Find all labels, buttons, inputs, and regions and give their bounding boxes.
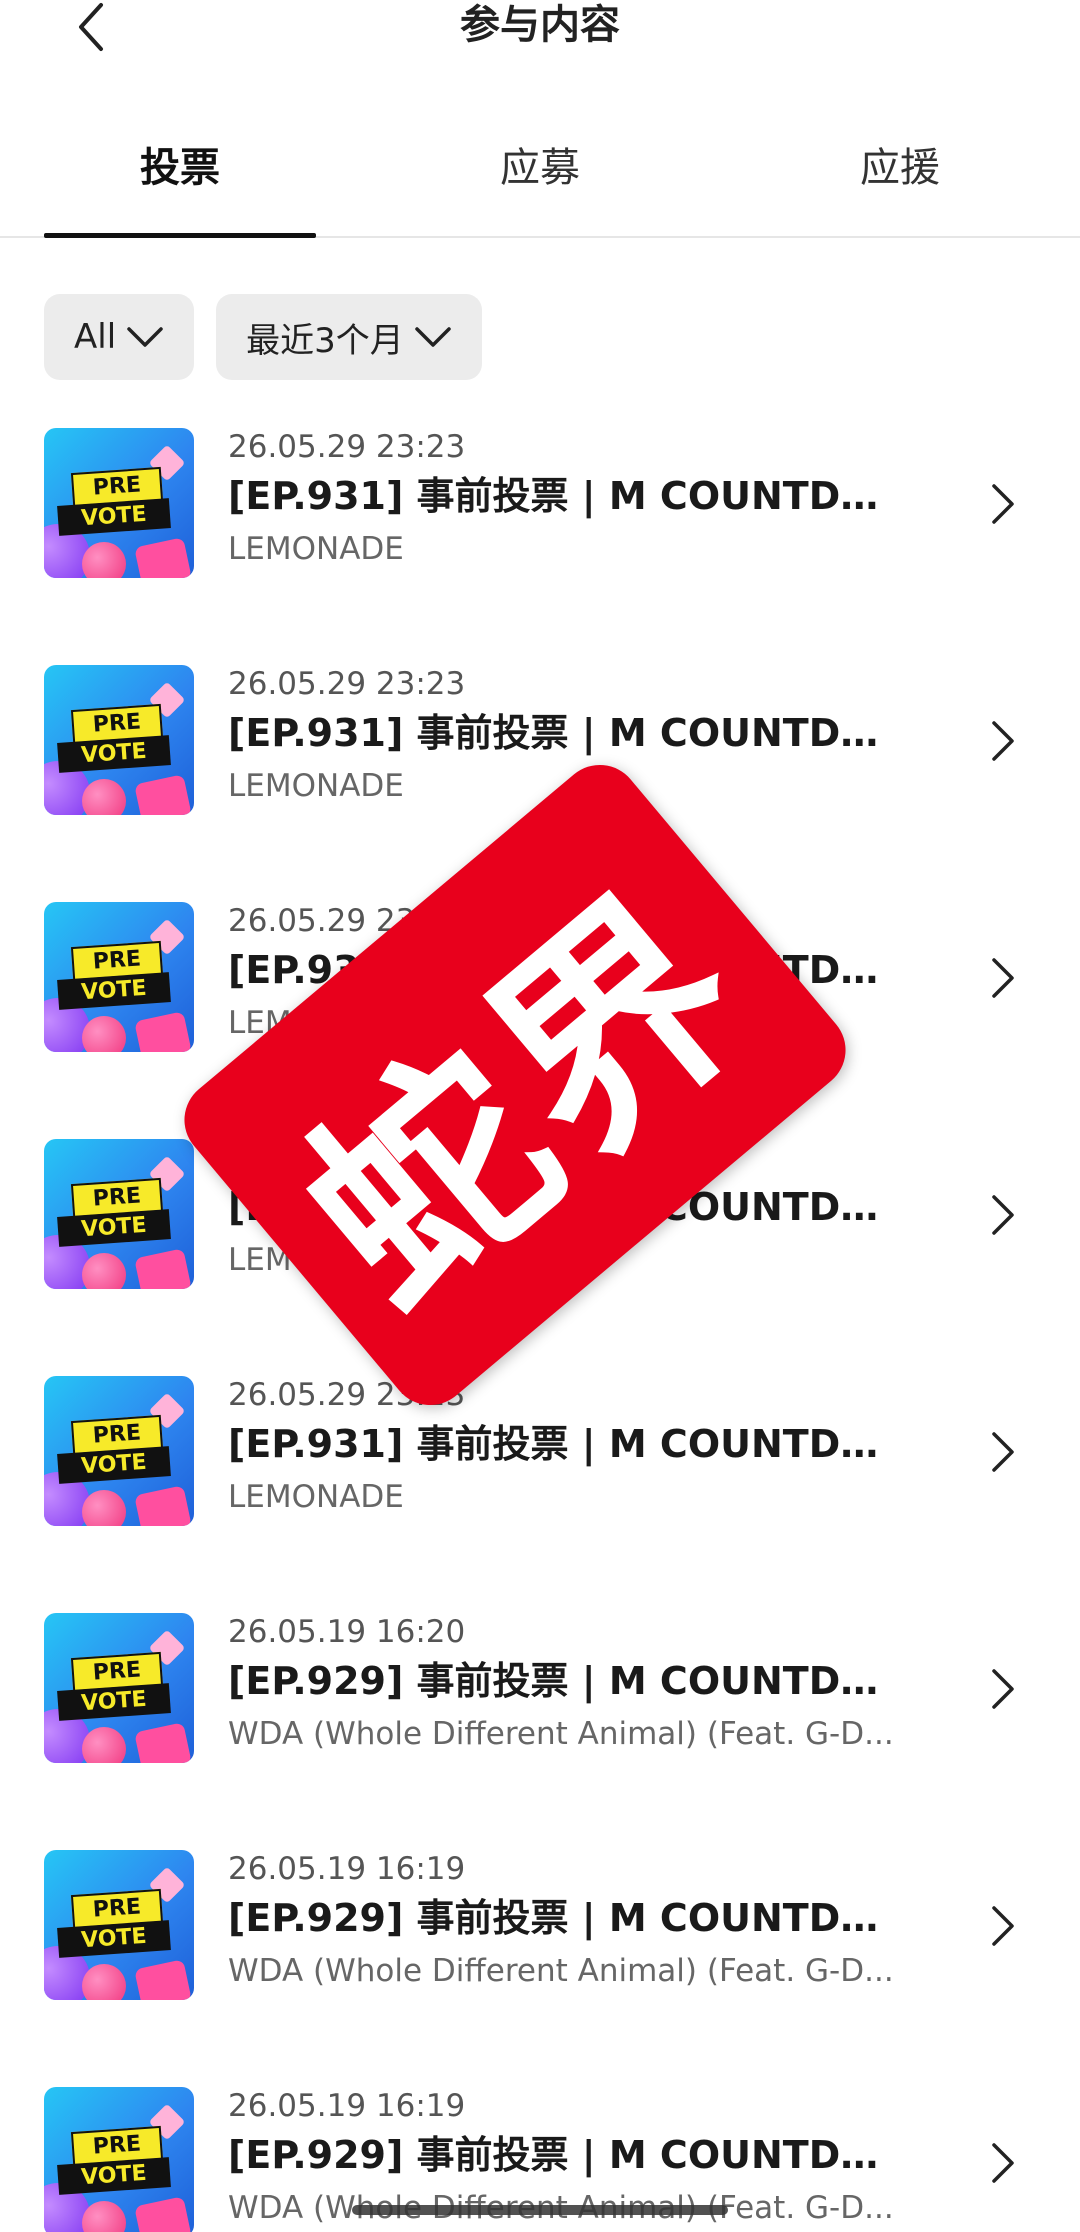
chevron-right-icon bbox=[992, 484, 1014, 524]
home-indicator bbox=[352, 2205, 728, 2215]
item-title: [EP.929] 事前投票 | M COUNTDO... bbox=[228, 1659, 908, 1703]
filter-bar: All 最近3个月 bbox=[44, 294, 482, 380]
tab-vote[interactable]: 投票 bbox=[44, 138, 316, 198]
chevron-down-icon bbox=[127, 327, 163, 347]
filter-period-label: 最近3个月 bbox=[246, 320, 404, 361]
list-item[interactable]: PRE VOTE 26.05.29 23:23 [EP.931] 事前投票 | … bbox=[0, 426, 1080, 663]
item-title: [EP.931] 事前投票 | M COUNTDO... bbox=[228, 1422, 908, 1466]
thumb-vote-label: VOTE bbox=[57, 1920, 171, 1958]
item-title: [EP.929] 事前投票 | M COUNTDO... bbox=[228, 2133, 908, 2177]
pre-vote-thumbnail: PRE VOTE bbox=[44, 428, 194, 578]
list-item[interactable]: PRE VOTE 26.05.19 16:20 [EP.929] 事前投票 | … bbox=[0, 1611, 1080, 1848]
pre-vote-thumbnail: PRE VOTE bbox=[44, 1376, 194, 1526]
pre-vote-thumbnail: PRE VOTE bbox=[44, 665, 194, 815]
pre-vote-thumbnail: PRE VOTE bbox=[44, 1613, 194, 1763]
header: 参与内容 bbox=[0, 0, 1080, 60]
item-title: [EP.931] 事前投票 | M COUNTDO... bbox=[228, 474, 908, 518]
item-subtitle: LEMONADE bbox=[228, 1479, 404, 1515]
chevron-right-icon bbox=[992, 721, 1014, 761]
item-date: 26.05.19 16:20 bbox=[228, 1614, 466, 1650]
pre-vote-thumbnail: PRE VOTE bbox=[44, 1139, 194, 1289]
page-title: 参与内容 bbox=[460, 2, 620, 48]
item-subtitle: WDA (Whole Different Animal) (Feat. G-D.… bbox=[228, 1716, 894, 1752]
pre-vote-thumbnail: PRE VOTE bbox=[44, 902, 194, 1052]
thumb-vote-label: VOTE bbox=[57, 498, 171, 536]
item-date: 26.05.29 23:23 bbox=[228, 429, 466, 465]
list-item[interactable]: PRE VOTE 26.05.29 23:23 [EP.931] 事前投票 | … bbox=[0, 1374, 1080, 1611]
pre-vote-thumbnail: PRE VOTE bbox=[44, 1850, 194, 2000]
item-date: 26.05.19 16:19 bbox=[228, 2088, 466, 2124]
item-title: [EP.931] 事前投票 | M COUNTDO... bbox=[228, 711, 908, 755]
filter-period-dropdown[interactable]: 最近3个月 bbox=[216, 294, 482, 380]
thumb-vote-label: VOTE bbox=[57, 1446, 171, 1484]
thumb-vote-label: VOTE bbox=[57, 735, 171, 773]
chevron-right-icon bbox=[992, 1432, 1014, 1472]
chevron-down-icon bbox=[415, 327, 451, 347]
item-date: 26.05.29 23:23 bbox=[228, 1377, 466, 1413]
chevron-right-icon bbox=[992, 958, 1014, 998]
item-subtitle: WDA (Whole Different Animal) (Feat. G-D.… bbox=[228, 1953, 894, 1989]
item-date: 26.05.19 16:19 bbox=[228, 1851, 466, 1887]
chevron-right-icon bbox=[992, 1906, 1014, 1946]
chevron-right-icon bbox=[992, 2143, 1014, 2183]
list-item[interactable]: PRE VOTE 26.05.19 16:19 [EP.929] 事前投票 | … bbox=[0, 1848, 1080, 2085]
tab-apply[interactable]: 应募 bbox=[404, 138, 676, 198]
tab-bar: 投票 应募 应援 bbox=[0, 120, 1080, 238]
item-date: 26.05.29 23:23 bbox=[228, 666, 466, 702]
thumb-vote-label: VOTE bbox=[57, 1209, 171, 1247]
chevron-right-icon bbox=[992, 1195, 1014, 1235]
filter-all-dropdown[interactable]: All bbox=[44, 294, 195, 380]
thumb-vote-label: VOTE bbox=[57, 972, 171, 1010]
thumb-vote-label: VOTE bbox=[57, 1683, 171, 1721]
chevron-right-icon bbox=[992, 1669, 1014, 1709]
item-title: [EP.929] 事前投票 | M COUNTDO... bbox=[228, 1896, 908, 1940]
thumb-vote-label: VOTE bbox=[57, 2157, 171, 2195]
tab-support[interactable]: 应援 bbox=[764, 138, 1036, 198]
item-subtitle: LEMONADE bbox=[228, 531, 404, 567]
filter-all-label: All bbox=[74, 317, 117, 357]
pre-vote-thumbnail: PRE VOTE bbox=[44, 2087, 194, 2232]
tab-indicator bbox=[44, 233, 316, 238]
